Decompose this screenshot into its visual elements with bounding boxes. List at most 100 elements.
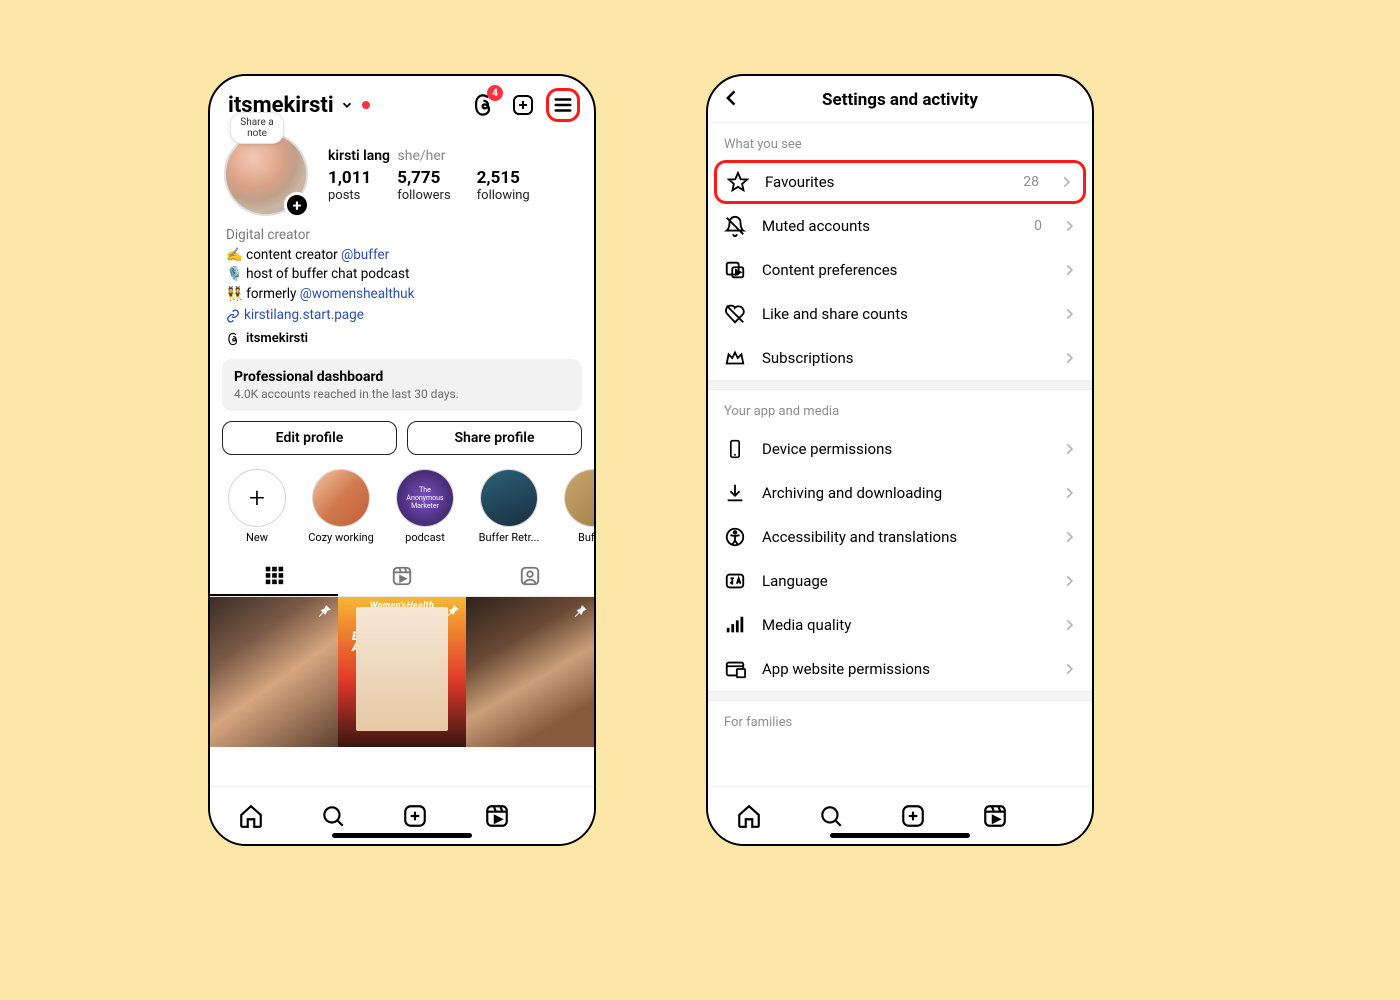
posts-grid: Women'sHealth BACK AT IT! THE SEX ISSUE [210,597,594,747]
pin-icon [572,603,588,619]
chevron-down-icon[interactable] [340,98,354,112]
nav-search-icon[interactable] [818,803,844,829]
home-indicator [332,833,472,838]
row-muted[interactable]: Muted accounts 0 [708,204,1092,248]
bio: Digital creator ✍️ content creator @buff… [210,224,594,349]
nav-search-icon[interactable] [320,803,346,829]
tab-tagged[interactable] [466,556,594,596]
window-icon [724,658,746,680]
phone-profile: itsmekirsti 4 Share a note + [208,74,596,846]
bell-off-icon [724,215,746,237]
threads-handle[interactable]: itsmekirsti [226,330,578,349]
nav-home-icon[interactable] [736,803,762,829]
fullname: kirsti lang she/her [328,148,580,164]
stats-block: kirsti lang she/her 1,011 posts 5,775 fo… [328,148,580,203]
back-button[interactable] [722,88,742,108]
post-3[interactable] [466,597,594,747]
chevron-right-icon [1062,263,1076,277]
bio-link[interactable]: kirstilang.start.page [226,306,578,326]
post-1[interactable] [210,597,338,747]
section-what-you-see: What you see [708,123,1092,160]
mention-womenshealthuk[interactable]: @womenshealthuk [300,286,415,302]
home-indicator [830,833,970,838]
settings-header: Settings and activity [708,76,1092,123]
share-note-bubble[interactable]: Share a note [230,112,284,144]
highlight-podcast[interactable]: The Anonymous Marketer podcast [392,469,458,544]
display-name: kirsti lang [328,148,390,164]
mention-buffer[interactable]: @buffer [341,247,389,263]
language-icon [724,570,746,592]
pin-icon [444,603,460,619]
tab-grid[interactable] [210,556,338,596]
section-app-media: Your app and media [708,390,1092,427]
profile-summary: Share a note + kirsti lang she/her 1,011… [210,128,594,224]
row-device-permissions[interactable]: Device permissions [708,427,1092,471]
highlight-cozy-working[interactable]: Cozy working [308,469,374,544]
stat-following[interactable]: 2,515 following [477,168,530,203]
download-icon [724,482,746,504]
nav-reels-icon[interactable] [484,803,510,829]
pin-icon [316,603,332,619]
reels-icon [391,565,413,587]
threads-button[interactable]: 4 [466,88,500,122]
create-button[interactable] [506,88,540,122]
link-icon [226,309,240,323]
post-2[interactable]: Women'sHealth BACK AT IT! THE SEX ISSUE [338,597,466,747]
device-icon [724,438,746,460]
row-favourites[interactable]: Favourites 28 [714,160,1086,204]
row-app-website[interactable]: App website permissions [708,647,1092,691]
professional-dashboard[interactable]: Professional dashboard 4.0K accounts rea… [222,359,582,411]
divider [708,380,1092,390]
menu-button[interactable] [546,88,580,122]
edit-profile-button[interactable]: Edit profile [222,421,397,455]
chevron-right-icon [1062,574,1076,588]
row-language[interactable]: Language [708,559,1092,603]
crown-icon [724,347,746,369]
threads-icon [226,332,240,346]
grid-icon [263,564,285,586]
nav-home-icon[interactable] [238,803,264,829]
category: Digital creator [226,226,578,246]
profile-screen: itsmekirsti 4 Share a note + [210,76,594,786]
divider [708,691,1092,701]
row-accessibility[interactable]: Accessibility and translations [708,515,1092,559]
highlights[interactable]: + New Cozy working The Anonymous Markete… [210,455,594,550]
highlight-new[interactable]: + New [224,469,290,544]
chevron-left-icon [722,88,742,108]
nav-reels-icon[interactable] [982,803,1008,829]
tagged-icon [519,565,541,587]
phone-settings: Settings and activity What you see Favou… [706,74,1094,846]
tab-reels[interactable] [338,556,466,596]
chevron-right-icon [1062,618,1076,632]
chevron-right-icon [1062,662,1076,676]
section-families: For families [708,701,1092,738]
row-like-share[interactable]: Like and share counts [708,292,1092,336]
nav-create-icon[interactable] [900,803,926,829]
bio-line1: ✍️ content creator @buffer [226,246,578,266]
add-story-badge-icon[interactable]: + [284,192,310,218]
stat-posts[interactable]: 1,011 posts [328,168,371,203]
chevron-right-icon [1062,486,1076,500]
profile-tabs [210,556,594,597]
star-icon [727,171,749,193]
row-archiving[interactable]: Archiving and downloading [708,471,1092,515]
row-content-pref[interactable]: Content preferences [708,248,1092,292]
nav-create-icon[interactable] [402,803,428,829]
new-notification-dot-icon [362,101,370,109]
share-profile-button[interactable]: Share profile [407,421,582,455]
chevron-right-icon [1062,351,1076,365]
row-media-quality[interactable]: Media quality [708,603,1092,647]
highlight-buffer[interactable]: Buffer [560,469,594,544]
chevron-right-icon [1062,530,1076,544]
heart-off-icon [724,303,746,325]
bio-line3: 👯 formerly @womenshealthuk [226,285,578,305]
chevron-right-icon [1062,442,1076,456]
avatar-container[interactable]: Share a note + [224,132,310,218]
row-subscriptions[interactable]: Subscriptions [708,336,1092,380]
accessibility-icon [724,526,746,548]
stat-followers[interactable]: 5,775 followers [397,168,450,203]
highlight-buffer-retr[interactable]: Buffer Retr... [476,469,542,544]
chevron-right-icon [1062,219,1076,233]
chevron-right-icon [1062,307,1076,321]
settings-title: Settings and activity [822,90,978,110]
